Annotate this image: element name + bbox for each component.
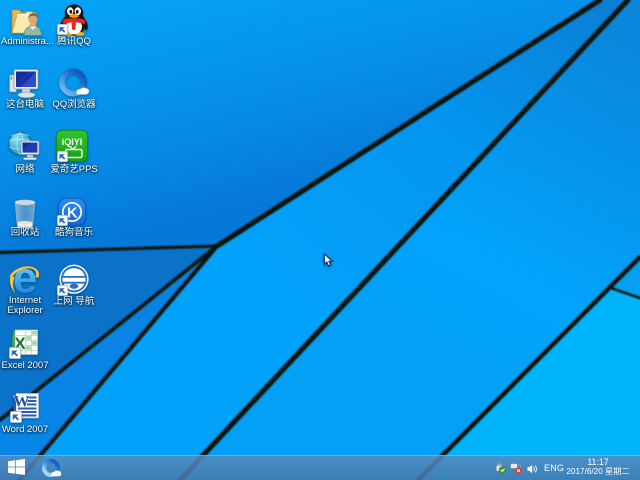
svg-text:iQIYI: iQIYI [62, 137, 83, 147]
svg-text:W: W [14, 394, 30, 411]
svg-text:K: K [67, 205, 78, 221]
